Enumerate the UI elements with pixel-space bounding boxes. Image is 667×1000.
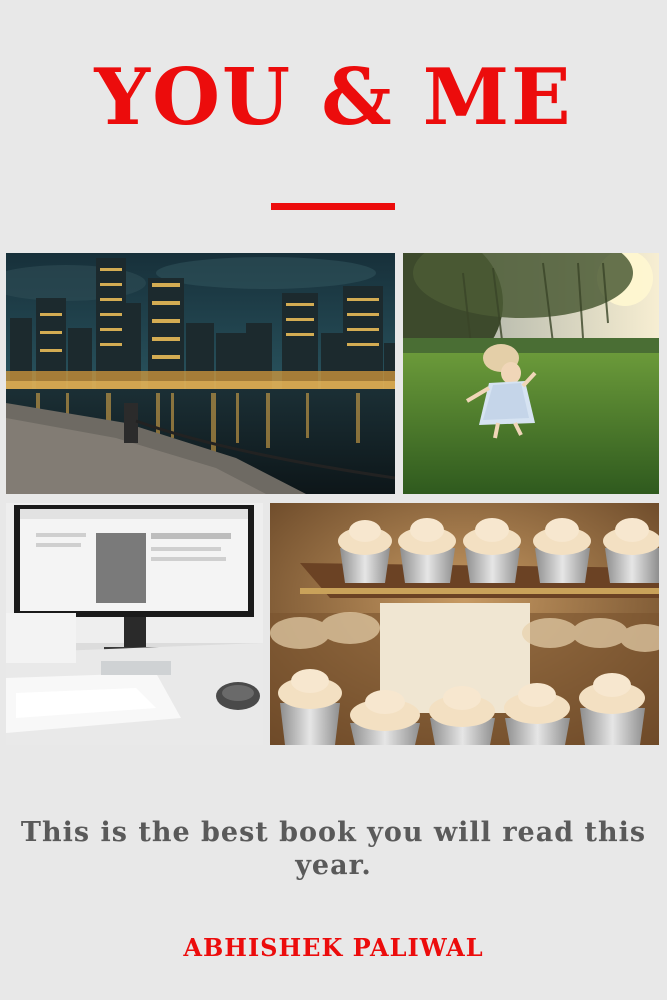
girl-in-park-photo (403, 253, 659, 494)
book-title: YOU & ME (94, 52, 573, 143)
book-tagline: This is the best book you will read this… (20, 817, 647, 881)
cupcakes-photo (270, 503, 659, 745)
author-name: ABHISHEK PALIWAL (183, 933, 484, 962)
title-divider (271, 203, 395, 210)
city-skyline-photo (6, 253, 395, 494)
computer-desk-photo (6, 503, 263, 745)
